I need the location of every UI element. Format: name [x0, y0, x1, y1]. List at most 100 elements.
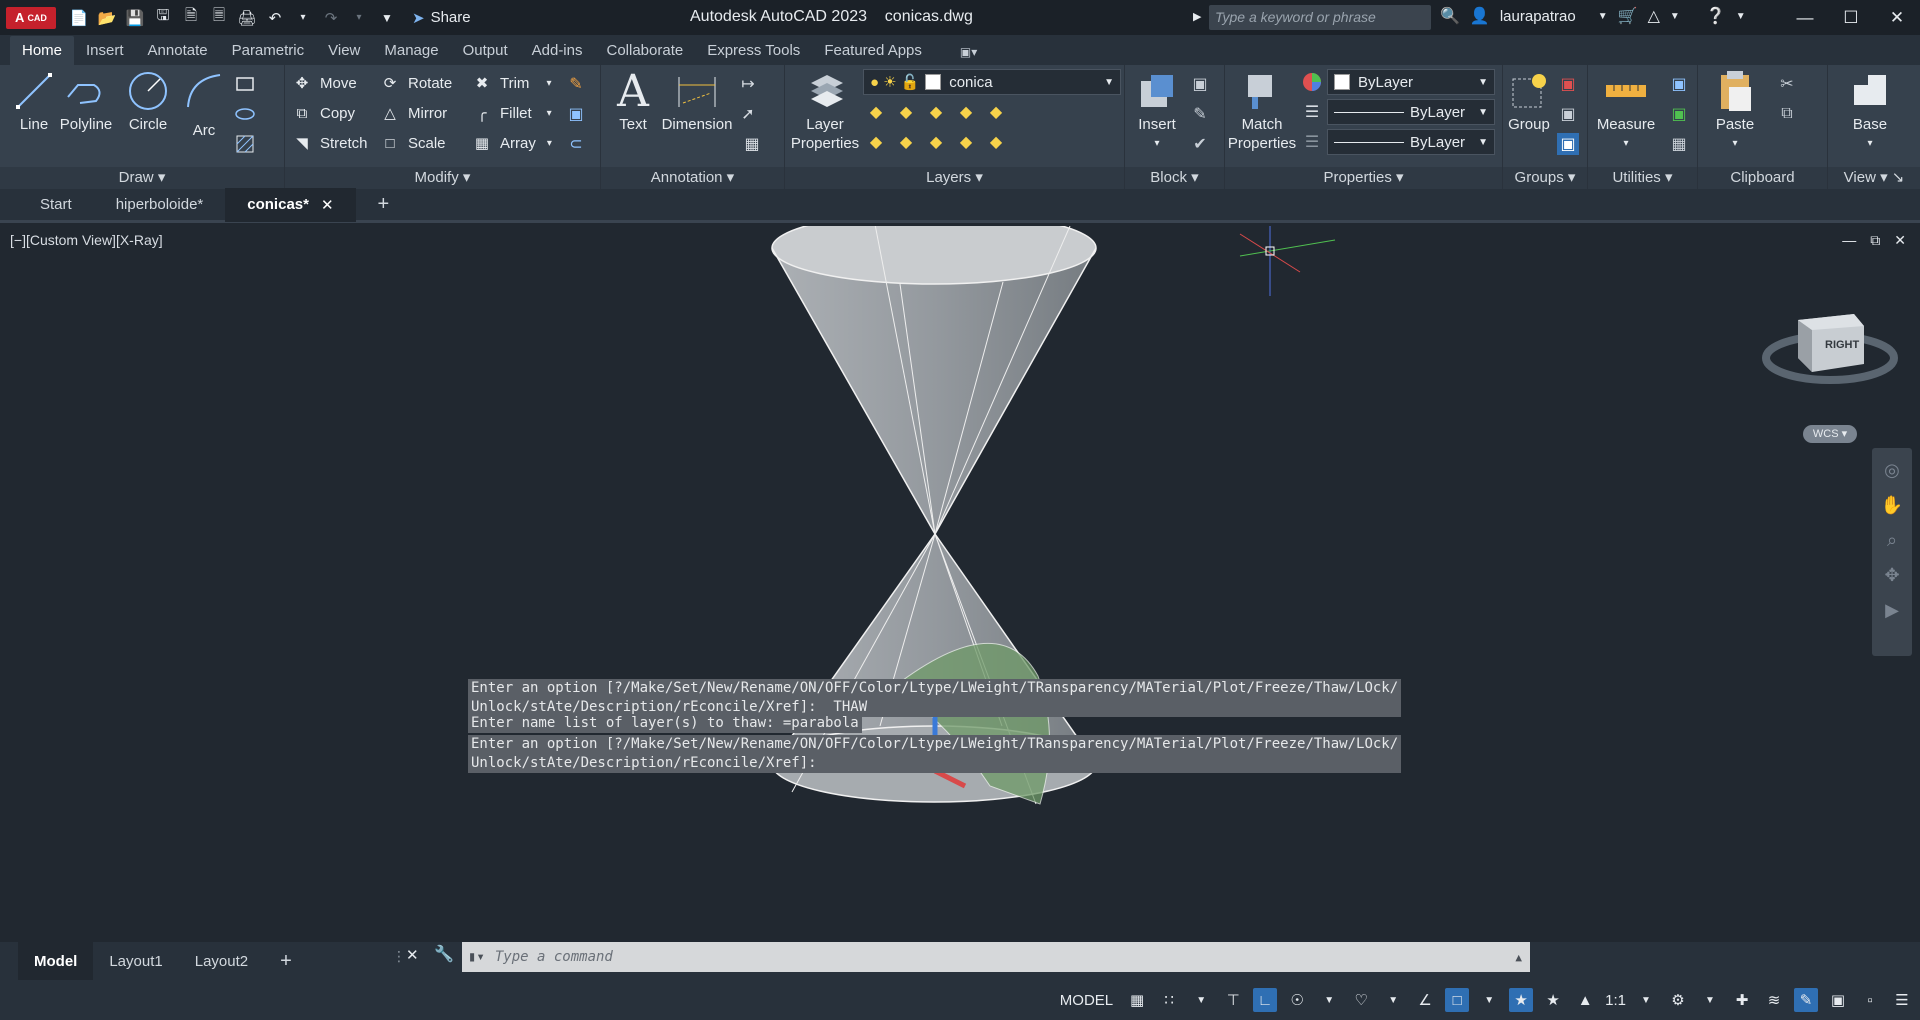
isolate-objects-icon[interactable]: ▣ — [1826, 988, 1850, 1012]
wcs-button[interactable]: WCS ▾ — [1803, 425, 1857, 443]
copy-button[interactable]: ⧉ Copy — [291, 99, 355, 127]
trim-button[interactable]: ✖ Trim ▾ — [471, 69, 552, 97]
copy-clip-icon[interactable]: ⧉ — [1776, 103, 1798, 125]
viewcube-face-label[interactable]: RIGHT — [1825, 339, 1859, 351]
layer-tool-9-icon[interactable]: ◆ — [955, 131, 977, 153]
text-button[interactable]: A Text — [613, 69, 653, 134]
quick-select-icon[interactable]: ▣ — [1668, 73, 1690, 95]
explode-icon[interactable]: ▣ — [565, 103, 587, 125]
color-wheel-icon[interactable] — [1301, 71, 1323, 93]
object-snap-tracking-icon[interactable]: ∠ — [1413, 988, 1437, 1012]
layer-dropdown[interactable]: ● ☀ 🔓 conica ▼ — [863, 69, 1121, 95]
annotation-scale-value[interactable]: 1:1 — [1605, 992, 1626, 1009]
ungroup-icon[interactable]: ▣ — [1557, 73, 1579, 95]
tab-manage[interactable]: Manage — [372, 36, 450, 65]
app-logo[interactable]: A CAD — [6, 6, 56, 29]
customization-menu-icon[interactable]: ☰ — [1890, 988, 1914, 1012]
lineweight-icon[interactable]: ☰ — [1301, 131, 1323, 153]
help-icon[interactable]: ❔ — [1706, 6, 1726, 26]
linear-dim-icon[interactable]: ↦ — [737, 73, 759, 95]
group-select-icon[interactable]: ▣ — [1557, 133, 1579, 155]
modify-panel-title[interactable]: Modify ▾ — [285, 167, 600, 189]
circle-button[interactable]: Circle — [124, 69, 172, 134]
layer-properties-button[interactable]: Layer Properties — [791, 69, 859, 153]
tab-collaborate[interactable]: Collaborate — [594, 36, 695, 65]
plot-icon[interactable]: 🖨 — [237, 9, 256, 27]
drawing-viewport[interactable]: [−][Custom View][X-Ray] — ⧉ ✕ RIGHT WCS … — [0, 226, 1920, 942]
maximize-button[interactable]: ☐ — [1828, 0, 1874, 35]
leader-icon[interactable]: ➚ — [737, 103, 759, 125]
match-properties-button[interactable]: Match Properties — [1228, 69, 1296, 153]
layer-tool-4-icon[interactable]: ◆ — [955, 101, 977, 123]
annotation-scale-icon[interactable]: ▲ — [1573, 988, 1597, 1012]
app-dropdown-icon[interactable]: ▼ — [1670, 11, 1680, 22]
layout-tab-layout1[interactable]: Layout1 — [93, 942, 178, 980]
layer-tool-7-icon[interactable]: ◆ — [895, 131, 917, 153]
layers-panel-title[interactable]: Layers ▾ — [785, 167, 1124, 189]
workspace-dropdown-icon[interactable]: ▼ — [1698, 988, 1722, 1012]
scale-dropdown-icon[interactable]: ▼ — [1634, 988, 1658, 1012]
isometric-dropdown-icon[interactable]: ▼ — [1381, 988, 1405, 1012]
group-edit-icon[interactable]: ▣ — [1557, 103, 1579, 125]
layout-tab-model[interactable]: Model — [18, 942, 94, 980]
linetype-dropdown[interactable]: ByLayer ▼ — [1327, 99, 1495, 125]
save-icon[interactable]: 💾 — [126, 9, 145, 27]
user-dropdown-icon[interactable]: ▼ — [1598, 11, 1608, 22]
tab-home[interactable]: Home — [10, 36, 75, 65]
layer-tool-5-icon[interactable]: ◆ — [985, 101, 1007, 123]
move-button[interactable]: ✥ Move — [291, 69, 357, 97]
offset-icon[interactable]: ⊂ — [565, 133, 587, 155]
redo-icon[interactable]: ↷ — [322, 9, 340, 27]
draw-panel-title[interactable]: Draw ▾ — [0, 167, 284, 189]
zoom-extents-icon[interactable]: ⌕ — [1887, 530, 1897, 551]
trim-dropdown-icon[interactable]: ▾ — [546, 78, 551, 89]
minimize-button[interactable]: — — [1782, 0, 1828, 35]
dimension-button[interactable]: Dimension — [659, 69, 735, 134]
customize-qat-icon[interactable]: ▼ — [378, 9, 396, 27]
measure-button[interactable]: Measure ▾ — [1590, 69, 1662, 153]
auto-scale-icon[interactable]: ★ — [1541, 988, 1565, 1012]
doc-tab-start[interactable]: Start — [18, 188, 94, 222]
tab-express-tools[interactable]: Express Tools — [695, 36, 812, 65]
new-file-icon[interactable]: 📄 — [70, 9, 89, 27]
share-button[interactable]: ➤ Share — [412, 9, 471, 27]
utilities-panel-title[interactable]: Utilities ▾ — [1588, 167, 1697, 189]
undo-icon[interactable]: ↶ — [266, 9, 284, 27]
rotate-button[interactable]: ⟳ Rotate — [379, 69, 453, 97]
mirror-button[interactable]: △ Mirror — [379, 99, 447, 127]
infer-constraints-icon[interactable]: ⊤ — [1221, 988, 1245, 1012]
annotation-panel-title[interactable]: Annotation ▾ — [601, 167, 784, 189]
pan-icon[interactable]: ✋ — [1881, 495, 1903, 516]
layer-tool-1-icon[interactable]: ◆ — [865, 101, 887, 123]
polar-dropdown-icon[interactable]: ▼ — [1317, 988, 1341, 1012]
search-expand-icon[interactable]: ▶ — [1193, 10, 1201, 23]
hatch-icon[interactable] — [234, 133, 256, 155]
fillet-dropdown-icon[interactable]: ▾ — [547, 108, 552, 119]
color-dropdown[interactable]: ByLayer ▼ — [1327, 69, 1495, 95]
command-line-grip-icon[interactable]: ⋮ — [392, 948, 406, 965]
username[interactable]: laurapatrao — [1500, 8, 1576, 25]
block-attributes-icon[interactable]: ✔ — [1189, 133, 1211, 155]
open-web-icon[interactable]: 🗎 — [182, 7, 200, 27]
open-folder-icon[interactable]: 📂 — [98, 9, 117, 27]
annotation-visibility-icon[interactable]: ★ — [1509, 988, 1534, 1012]
steering-wheel-icon[interactable]: ◎ — [1884, 460, 1900, 481]
save-web-icon[interactable]: 🗏 — [210, 7, 228, 27]
layer-tool-6-icon[interactable]: ◆ — [865, 131, 887, 153]
array-dropdown-icon[interactable]: ▾ — [547, 138, 552, 149]
linetype-icon[interactable]: ☰ — [1301, 101, 1323, 123]
rectangle-icon[interactable] — [234, 73, 256, 95]
group-button[interactable]: Group — [1507, 69, 1551, 134]
close-button[interactable]: ✕ — [1874, 0, 1920, 35]
snap-mode-icon[interactable]: ∷ — [1157, 988, 1181, 1012]
new-layout-button[interactable]: + — [264, 942, 308, 980]
object-snap-dropdown-icon[interactable]: ▼ — [1477, 988, 1501, 1012]
annotation-monitor-icon[interactable]: ✚ — [1730, 988, 1754, 1012]
tab-insert[interactable]: Insert — [74, 36, 136, 65]
doc-tab-hiperboloide[interactable]: hiperboloide* — [94, 188, 226, 222]
command-line-settings-icon[interactable]: 🔧 — [434, 944, 454, 964]
tab-featured-apps[interactable]: Featured Apps — [812, 36, 934, 65]
base-button[interactable]: Base ▾ — [1848, 69, 1892, 153]
block-panel-title[interactable]: Block ▾ — [1125, 167, 1224, 189]
search-icon[interactable]: 🔍 — [1440, 6, 1460, 26]
